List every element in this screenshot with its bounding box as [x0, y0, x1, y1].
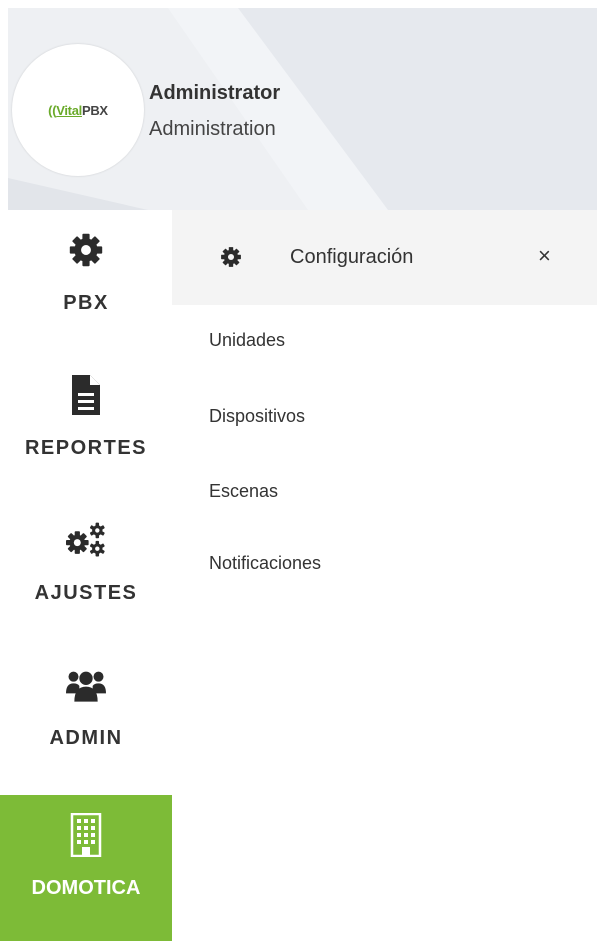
user-role: Administration	[149, 118, 276, 140]
document-icon	[66, 375, 106, 415]
submenu-item-dispositivos[interactable]: Dispositivos	[209, 406, 305, 427]
submenu-item-escenas[interactable]: Escenas	[209, 481, 278, 502]
submenu-title: Configuración	[290, 246, 414, 268]
top-strip	[0, 0, 597, 8]
logo-brand: Vital	[56, 102, 82, 118]
avatar: ((VitalPBX	[12, 44, 144, 176]
gear-icon	[66, 230, 106, 270]
nav-label-ajustes: AJUSTES	[34, 582, 138, 604]
module-sidebar: PBX REPORTES AJUSTES ADMIN DOMOTICA	[0, 210, 172, 942]
submenu-panel: Configuración × Unidades Dispositivos Es…	[172, 210, 597, 942]
nav-label-admin: ADMIN	[49, 727, 123, 749]
users-icon	[66, 665, 106, 705]
logo-suffix: PBX	[81, 102, 108, 118]
nav-label-reportes: REPORTES	[24, 437, 148, 459]
submenu-item-unidades[interactable]: Unidades	[209, 330, 285, 351]
vitalpbx-logo: ((VitalPBX	[48, 102, 108, 118]
nav-item-pbx[interactable]: PBX	[0, 210, 172, 356]
submenu-header: Configuración ×	[172, 210, 597, 305]
nav-item-admin[interactable]: ADMIN	[0, 645, 172, 791]
cogs-icon	[66, 520, 106, 560]
user-name: Administrator	[149, 82, 281, 104]
nav-label-pbx: PBX	[63, 292, 109, 314]
profile-header: ((VitalPBX Administrator Administration	[8, 8, 597, 210]
gear-icon	[221, 247, 241, 267]
building-icon	[66, 813, 106, 857]
nav-label-domotica: DOMOTICA	[31, 877, 141, 899]
close-button[interactable]: ×	[538, 243, 551, 269]
nav-item-reportes[interactable]: REPORTES	[0, 355, 172, 501]
nav-item-domotica[interactable]: DOMOTICA	[0, 795, 172, 941]
nav-item-ajustes[interactable]: AJUSTES	[0, 500, 172, 646]
submenu-item-notificaciones[interactable]: Notificaciones	[209, 553, 321, 574]
